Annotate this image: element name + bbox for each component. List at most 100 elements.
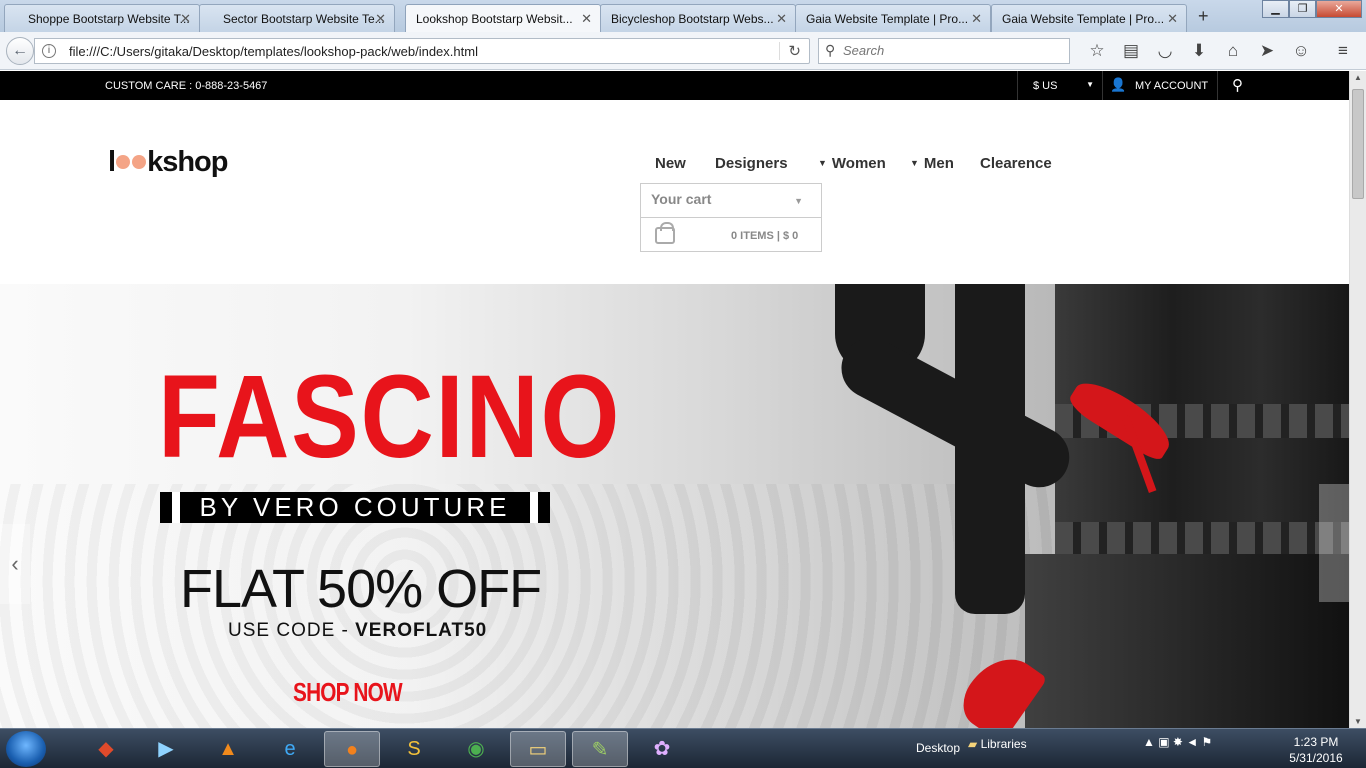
logo-text-end: kshop (147, 146, 228, 178)
git-app-icon[interactable]: ◆ (78, 731, 134, 767)
browser-search-box[interactable]: ⚲ (818, 38, 1070, 64)
slider-prev-icon[interactable]: ‹ (0, 524, 30, 604)
search-icon: ⚲ (825, 42, 836, 58)
scroll-down-icon[interactable]: ▼ (1354, 717, 1362, 726)
currency-dropdown[interactable]: $ US ▼ (1017, 71, 1103, 100)
my-account-label: MY ACCOUNT (1135, 80, 1209, 92)
back-arrow-icon[interactable]: ← (6, 37, 34, 65)
pocket-icon[interactable]: ◡ (1148, 40, 1182, 62)
browser-toolbar: ☆ ▤ ◡ ⬇ ⌂ ➤ ☺ ≡ (1080, 40, 1360, 62)
media-player-icon[interactable]: ▶ (138, 731, 194, 767)
close-tab-icon[interactable]: ✕ (375, 11, 386, 27)
internet-explorer-icon[interactable]: e (262, 731, 318, 767)
shopping-bag-icon (655, 222, 675, 244)
cart-header[interactable]: Your cart ▼ (641, 184, 821, 218)
nav-item-women[interactable]: ▼ Women (818, 155, 886, 172)
tab-label: Gaia Website Template | Pro... (1002, 12, 1165, 26)
browser-tab[interactable]: Bicycleshop Bootstarp Webs... ✕ (600, 4, 796, 32)
close-tab-icon[interactable]: ✕ (581, 11, 592, 27)
close-tab-icon[interactable]: ✕ (180, 11, 191, 27)
browser-tab[interactable]: Gaia Website Template | Pro... ✕ (991, 4, 1187, 32)
file-explorer-icon[interactable]: ▭ (510, 731, 566, 767)
hero-banner[interactable]: FASCINO BY VERO COUTURE FLAT 50% OFF USE… (0, 284, 1349, 728)
slider-next-control[interactable] (1319, 484, 1349, 602)
send-icon[interactable]: ➤ (1250, 40, 1284, 62)
chat-icon[interactable]: ☺ (1284, 40, 1318, 62)
hero-coupon: USE CODE - VEROFLAT50 (228, 620, 487, 642)
currency-label: $ US (1033, 80, 1058, 92)
browser-tab[interactable]: Sector Bootstarp Website Te... ✕ (199, 4, 395, 32)
download-icon[interactable]: ⬇ (1182, 40, 1216, 62)
shop-now-button[interactable]: SHOP NOW (293, 677, 403, 708)
customer-care-text: CUSTOM CARE : 0-888-23-5467 (105, 80, 268, 92)
desktop-toolbar-label[interactable]: Desktop (916, 741, 960, 755)
nav-item-designers[interactable]: Designers (715, 155, 788, 172)
browser-search-input[interactable] (843, 43, 1043, 58)
logo-glasses-icon (116, 155, 147, 169)
browser-tab-bar: Shoppe Bootstarp Website T... ✕ Sector B… (0, 0, 1366, 32)
site-logo[interactable]: l kshop (108, 146, 228, 179)
tab-label: Lookshop Bootstarp Websit... (416, 12, 573, 26)
paint-icon[interactable]: ✿ (634, 731, 690, 767)
nav-label: Men (923, 155, 954, 172)
nav-label: Women (831, 155, 886, 172)
close-tab-icon[interactable]: ✕ (776, 11, 787, 27)
url-text[interactable]: file:///C:/Users/gitaka/Desktop/template… (69, 44, 478, 59)
model-legs-image (830, 284, 1179, 728)
new-tab-icon[interactable]: + (1198, 6, 1209, 27)
reading-list-icon[interactable]: ▤ (1114, 40, 1148, 62)
info-icon[interactable]: i (42, 44, 56, 58)
site-top-bar: CUSTOM CARE : 0-888-23-5467 $ US ▼ 👤 MY … (0, 71, 1349, 100)
libraries-toolbar-label[interactable]: ▰ Libraries (968, 737, 1027, 751)
home-icon[interactable]: ⌂ (1216, 40, 1250, 62)
system-tray-icons[interactable]: ▲ ▣ ✸ ◄ ⚑ (1143, 735, 1212, 749)
folder-icon: ▰ (968, 737, 981, 751)
browser-nav-bar: ← i file:///C:/Users/gitaka/Desktop/temp… (0, 32, 1366, 70)
cart-summary: 0 ITEMS | $ 0 (731, 230, 799, 242)
taskbar-clock[interactable]: 1:23 PM 5/31/2016 (1284, 734, 1348, 766)
address-bar[interactable]: i file:///C:/Users/gitaka/Desktop/templa… (34, 38, 810, 64)
sublime-text-icon[interactable]: S (386, 731, 442, 767)
bookmark-star-icon[interactable]: ☆ (1080, 40, 1114, 62)
libraries-label: Libraries (980, 737, 1027, 751)
chrome-icon[interactable]: ◉ (448, 731, 504, 767)
browser-tab[interactable]: Gaia Website Template | Pro... ✕ (795, 4, 991, 32)
caret-down-icon: ▼ (1086, 80, 1094, 89)
caret-down-icon: ▼ (794, 196, 803, 206)
page-scrollbar[interactable]: ▲ ▼ (1349, 71, 1366, 728)
nav-item-men[interactable]: ▼ Men (910, 155, 954, 172)
scrollbar-thumb[interactable] (1352, 89, 1364, 199)
clock-date: 5/31/2016 (1289, 751, 1343, 765)
clock-time: 1:23 PM (1293, 735, 1339, 749)
browser-tab[interactable]: Shoppe Bootstarp Website T... ✕ (4, 4, 200, 32)
menu-icon[interactable]: ≡ (1326, 40, 1360, 62)
tab-label: Sector Bootstarp Website Te... (223, 12, 385, 26)
caret-down-icon: ▼ (910, 158, 919, 168)
vlc-icon[interactable]: ▲ (200, 731, 256, 767)
scroll-up-icon[interactable]: ▲ (1354, 73, 1362, 82)
nav-item-new[interactable]: New (655, 155, 686, 172)
user-icon: 👤 (1110, 77, 1127, 92)
hero-headline: FASCINO (158, 351, 622, 483)
cart-widget[interactable]: Your cart ▼ 0 ITEMS | $ 0 (640, 183, 822, 252)
logo-text-start: l (108, 146, 116, 178)
site-search-icon[interactable]: ⚲ (1217, 71, 1257, 100)
close-tab-icon[interactable]: ✕ (1167, 11, 1178, 27)
nav-item-clearence[interactable]: Clearence (980, 155, 1052, 172)
windows-taskbar: ◆ ▶ ▲ e ● S ◉ ▭ ✎ ✿ Desktop ▰ Libraries … (0, 728, 1366, 768)
notepad-icon[interactable]: ✎ (572, 731, 628, 767)
browser-tab-active[interactable]: Lookshop Bootstarp Websit... ✕ (405, 4, 601, 32)
tab-label: Gaia Website Template | Pro... (806, 12, 969, 26)
hero-byline: BY VERO COUTURE (160, 492, 550, 523)
tab-label: Shoppe Bootstarp Website T... (28, 12, 190, 26)
window-controls: ▁ ❐ ✕ (1262, 0, 1362, 18)
my-account-link[interactable]: 👤 MY ACCOUNT (1110, 71, 1218, 100)
close-window-icon[interactable]: ✕ (1316, 0, 1362, 18)
web-page: CUSTOM CARE : 0-888-23-5467 $ US ▼ 👤 MY … (0, 71, 1349, 728)
close-tab-icon[interactable]: ✕ (971, 11, 982, 27)
firefox-icon[interactable]: ● (324, 731, 380, 767)
minimize-icon[interactable]: ▁ (1262, 0, 1289, 18)
start-button-icon[interactable] (6, 731, 46, 767)
maximize-icon[interactable]: ❐ (1289, 0, 1316, 18)
reload-icon[interactable]: ↻ (779, 42, 801, 60)
